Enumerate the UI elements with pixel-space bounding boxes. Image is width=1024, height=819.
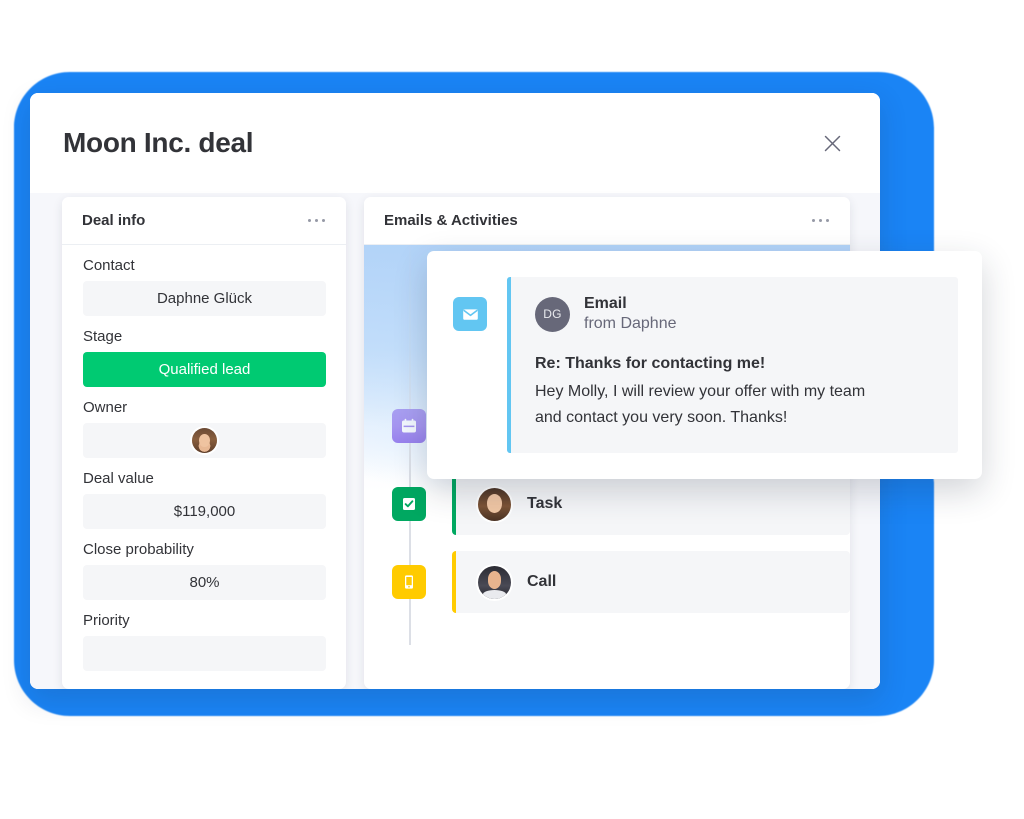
- calendar-icon: [392, 409, 426, 443]
- emails-activities-title: Emails & Activities: [384, 212, 518, 229]
- field-label-deal-value: Deal value: [83, 470, 154, 487]
- activity-label-call: Call: [527, 573, 557, 590]
- field-priority: Priority: [83, 612, 326, 671]
- email-kind-label: Email: [584, 295, 627, 312]
- field-label-close-probability: Close probability: [83, 541, 194, 558]
- avatar: [478, 487, 511, 521]
- email-content: DG Email from Daphne Re: Thanks for cont…: [507, 277, 958, 453]
- activity-label-task: Task: [527, 495, 563, 512]
- deal-info-header: Deal info: [62, 197, 346, 245]
- email-body-line-2: and contact you very soon. Thanks!: [535, 408, 788, 426]
- close-icon[interactable]: [818, 129, 846, 157]
- list-item[interactable]: Task: [364, 473, 850, 535]
- more-options-icon[interactable]: [810, 213, 832, 229]
- deal-info-card: Deal info Contact Daphne Glück Stage Qua…: [62, 197, 346, 689]
- email-body-line-1: Hey Molly, I will review your offer with…: [535, 382, 866, 400]
- deal-info-title: Deal info: [82, 212, 146, 229]
- checkbox-icon: [392, 487, 426, 521]
- deal-info-fields: Contact Daphne Glück Stage Qualified lea…: [62, 245, 346, 671]
- field-label-owner: Owner: [83, 399, 128, 416]
- screenshot-root: Moon Inc. deal Deal info Contact Daphne …: [0, 0, 1024, 819]
- field-value-priority[interactable]: [83, 636, 326, 671]
- status-badge-stage[interactable]: Qualified lead: [83, 352, 326, 387]
- list-item[interactable]: Call: [364, 551, 850, 613]
- envelope-icon: [453, 297, 487, 331]
- avatar: [478, 565, 511, 599]
- email-popup-card[interactable]: DG Email from Daphne Re: Thanks for cont…: [427, 251, 982, 479]
- field-label-priority: Priority: [83, 612, 130, 629]
- activity-pill-task[interactable]: Task: [452, 473, 850, 535]
- page-title: Moon Inc. deal: [63, 127, 254, 158]
- field-stage: Stage Qualified lead: [83, 328, 326, 387]
- email-from-label: from Daphne: [584, 315, 677, 332]
- activity-pill-call[interactable]: Call: [452, 551, 850, 613]
- field-value-contact[interactable]: Daphne Glück: [83, 281, 326, 316]
- field-contact: Contact Daphne Glück: [83, 257, 326, 316]
- email-subject: Re: Thanks for contacting me!: [535, 354, 766, 372]
- field-value-deal-value[interactable]: $119,000: [83, 494, 326, 529]
- avatar-owner: [192, 428, 217, 453]
- field-close-probability: Close probability 80%: [83, 541, 326, 600]
- field-deal-value: Deal value $119,000: [83, 470, 326, 529]
- emails-activities-header: Emails & Activities: [364, 197, 850, 245]
- field-owner: Owner: [83, 399, 326, 458]
- field-label-stage: Stage: [83, 328, 123, 345]
- more-options-icon[interactable]: [306, 213, 328, 229]
- avatar: DG: [535, 296, 570, 332]
- mobile-phone-icon: [392, 565, 426, 599]
- window-header: Moon Inc. deal: [30, 93, 880, 193]
- field-label-contact: Contact: [83, 257, 135, 274]
- email-sender-row: DG Email from Daphne: [535, 294, 936, 335]
- field-value-owner[interactable]: [83, 423, 326, 458]
- field-value-close-probability[interactable]: 80%: [83, 565, 326, 600]
